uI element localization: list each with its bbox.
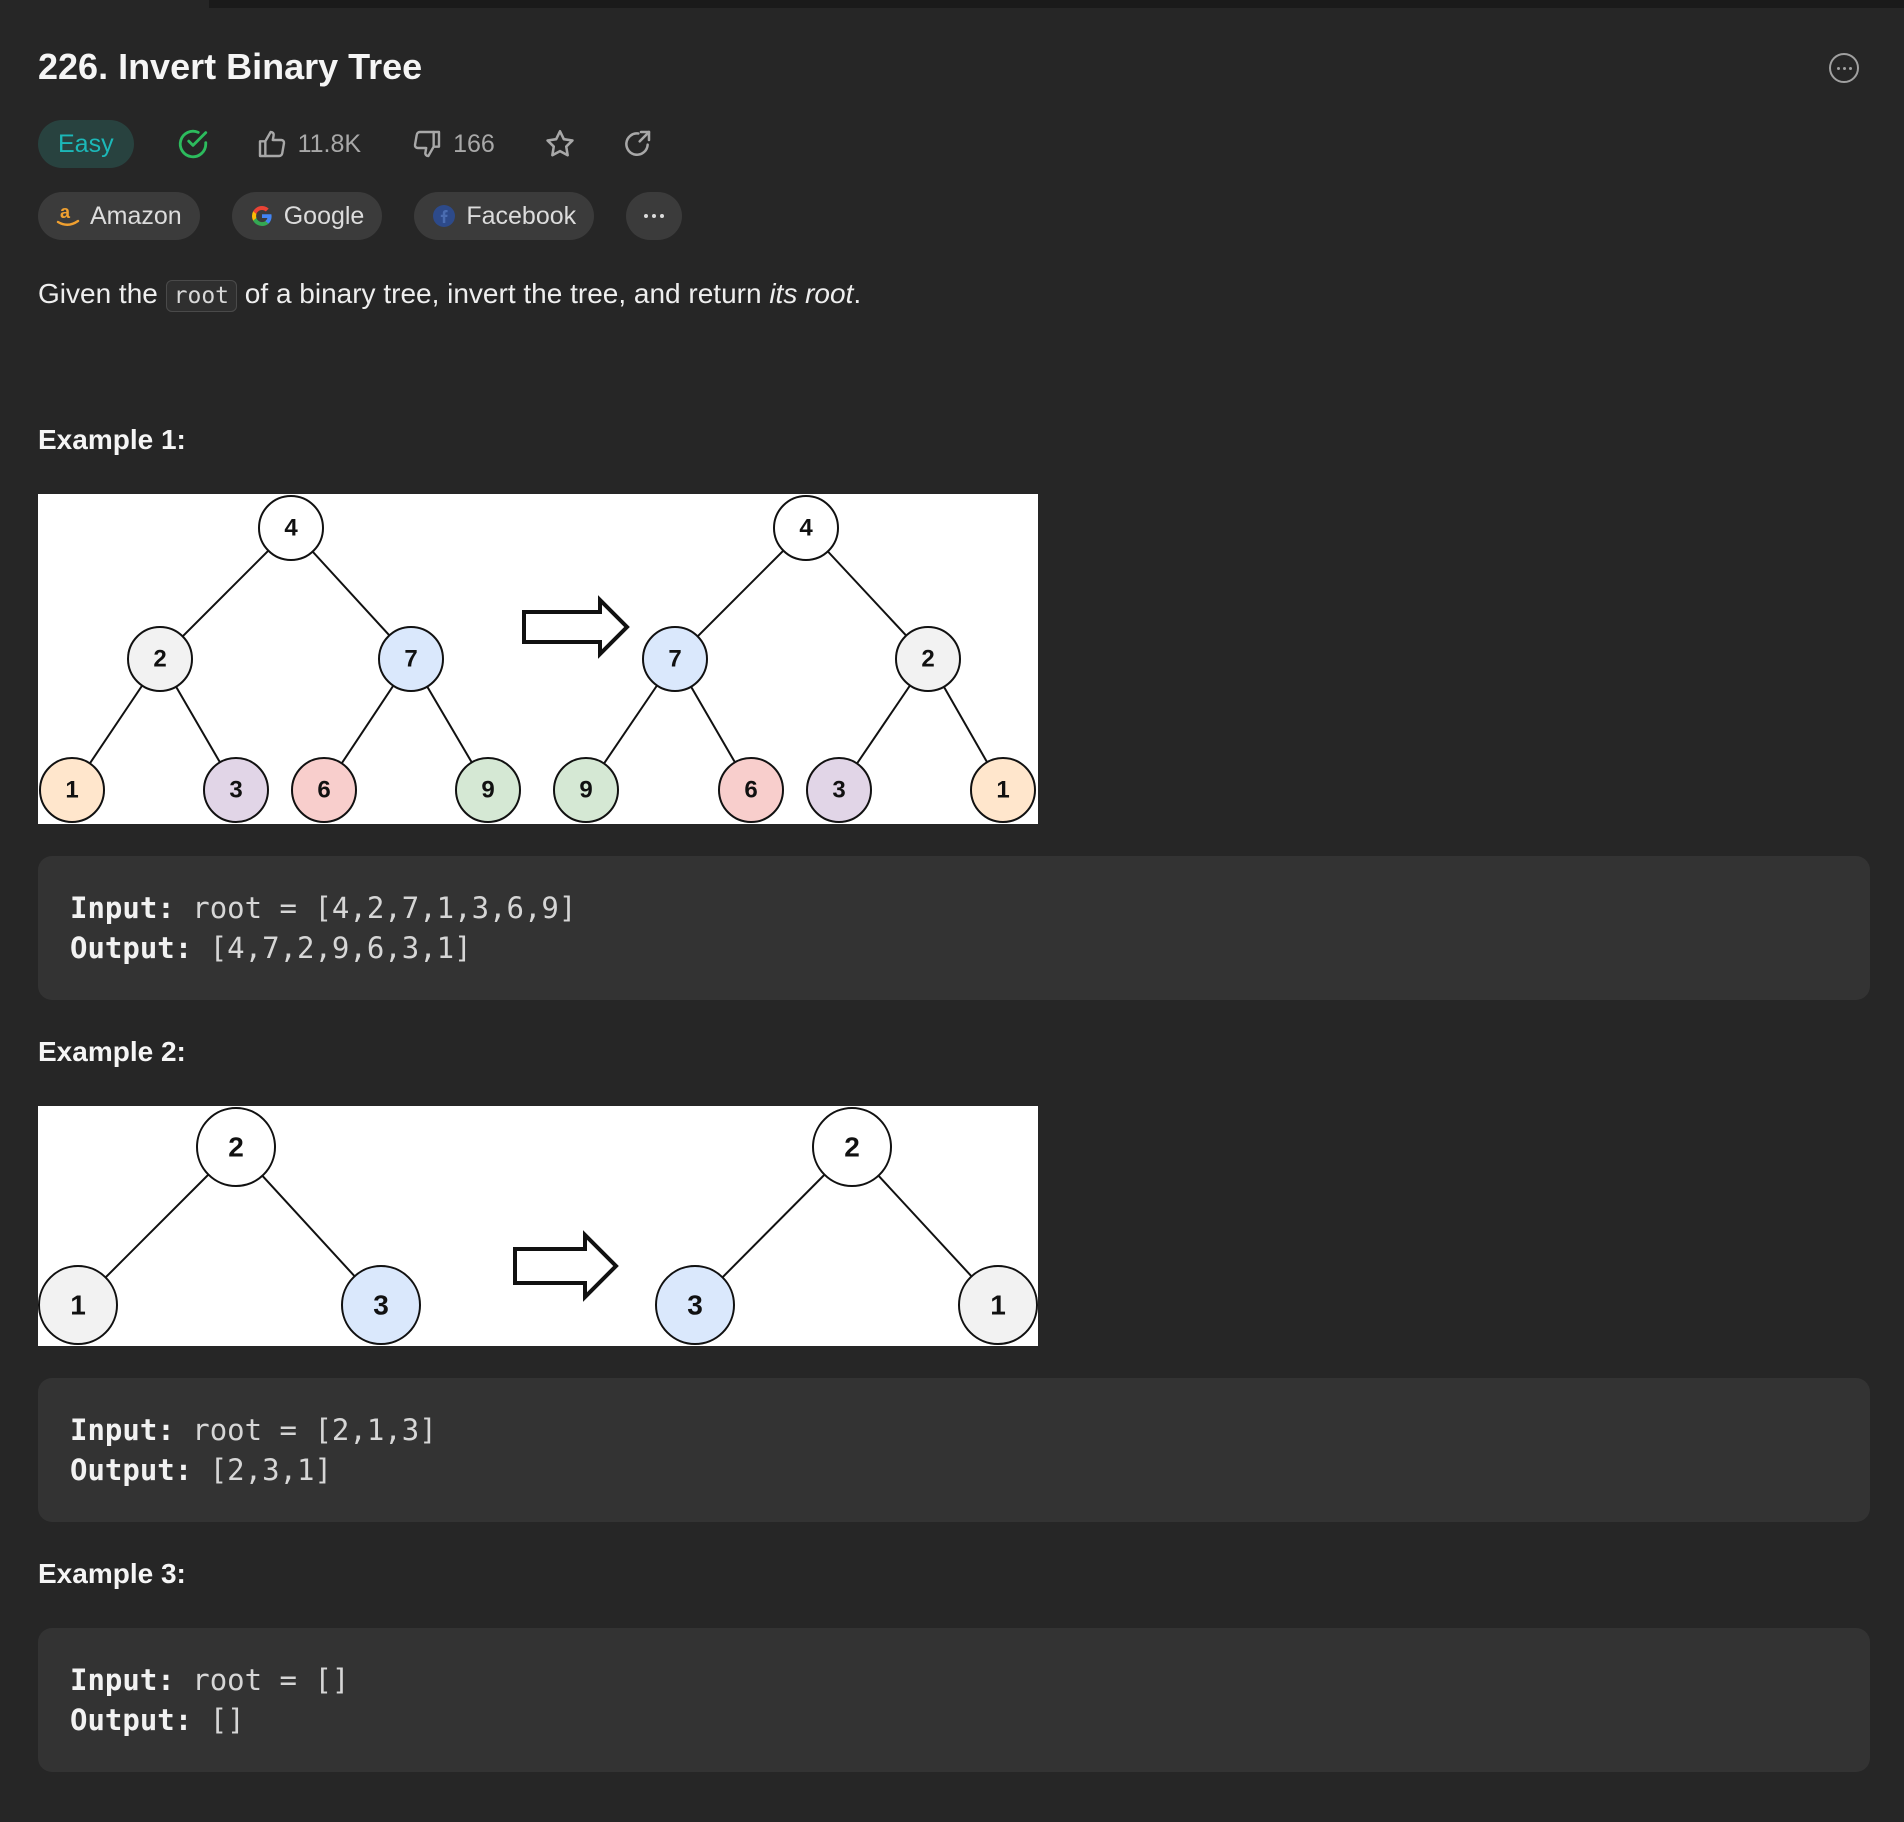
company-tag-google[interactable]: Google — [231, 192, 383, 240]
solved-check-icon — [176, 127, 210, 161]
node-label: 1 — [65, 777, 78, 804]
example-1-code: Input: root = [4,2,7,1,3,6,9] Output: [4… — [38, 856, 1870, 1000]
like-button[interactable]: 11.8K — [256, 128, 361, 160]
node-label: 9 — [481, 777, 494, 804]
more-options-icon[interactable] — [1829, 53, 1859, 83]
more-companies-button[interactable] — [626, 192, 683, 240]
company-tag-facebook[interactable]: Facebook — [414, 192, 595, 240]
company-name: Facebook — [466, 201, 577, 230]
node-label: 9 — [579, 777, 592, 804]
dislike-count: 166 — [453, 129, 495, 158]
example-2-code: Input: root = [2,1,3] Output: [2,3,1] — [38, 1378, 1870, 1522]
problem-title: 226. Invert Binary Tree — [38, 46, 423, 87]
node-label: 2 — [921, 646, 934, 673]
arrow-right-icon — [513, 1230, 619, 1302]
node-label: 3 — [832, 777, 845, 804]
company-name: Google — [283, 201, 365, 230]
node-label: 6 — [317, 777, 330, 804]
thumbs-down-icon — [411, 128, 443, 160]
example-2-title: Example 2: — [38, 1036, 186, 1067]
top-divider — [209, 0, 1904, 8]
example-1-title: Example 1: — [38, 424, 186, 455]
amazon-icon: a — [56, 203, 80, 229]
node-label: 6 — [744, 777, 757, 804]
node-label: 7 — [668, 646, 681, 673]
problem-description: Given the root of a binary tree, invert … — [38, 274, 861, 316]
example-3-title: Example 3: — [38, 1558, 186, 1589]
difficulty-badge: Easy — [38, 120, 134, 168]
node-label: 7 — [404, 646, 417, 673]
problem-meta-row: Easy 11.8K 166 — [38, 120, 653, 168]
google-icon — [250, 204, 274, 228]
like-count: 11.8K — [297, 129, 362, 158]
node-label: 3 — [229, 777, 242, 804]
thumbs-up-icon — [256, 128, 288, 160]
example-1-diagram: 4 2 7 1 3 6 9 4 7 2 9 6 3 1 — [38, 494, 1038, 824]
node-label: 3 — [373, 1290, 389, 1321]
node-label: 3 — [687, 1290, 703, 1321]
more-dots-icon — [644, 214, 665, 218]
company-tags: a Amazon Google Facebook — [38, 192, 714, 240]
node-label: 4 — [799, 515, 813, 542]
node-label: 2 — [844, 1132, 860, 1163]
example-2-diagram: 2 1 3 2 3 1 — [38, 1106, 1038, 1346]
node-label: 1 — [996, 777, 1009, 804]
company-name: Amazon — [90, 201, 182, 230]
inline-code-root: root — [165, 280, 238, 312]
node-label: 2 — [228, 1132, 244, 1163]
node-label: 1 — [70, 1290, 86, 1321]
company-tag-amazon[interactable]: a Amazon — [38, 192, 200, 240]
svg-text:a: a — [60, 203, 71, 222]
emphasis-text: its root — [769, 278, 854, 309]
example-3-code: Input: root = [] Output: [] — [38, 1628, 1870, 1772]
star-icon[interactable] — [543, 127, 577, 161]
share-icon[interactable] — [621, 128, 653, 160]
node-label: 2 — [153, 646, 166, 673]
facebook-icon — [432, 204, 456, 228]
dislike-button[interactable]: 166 — [411, 128, 495, 160]
node-label: 4 — [284, 515, 298, 542]
node-label: 1 — [990, 1290, 1006, 1321]
arrow-right-icon — [522, 595, 630, 659]
